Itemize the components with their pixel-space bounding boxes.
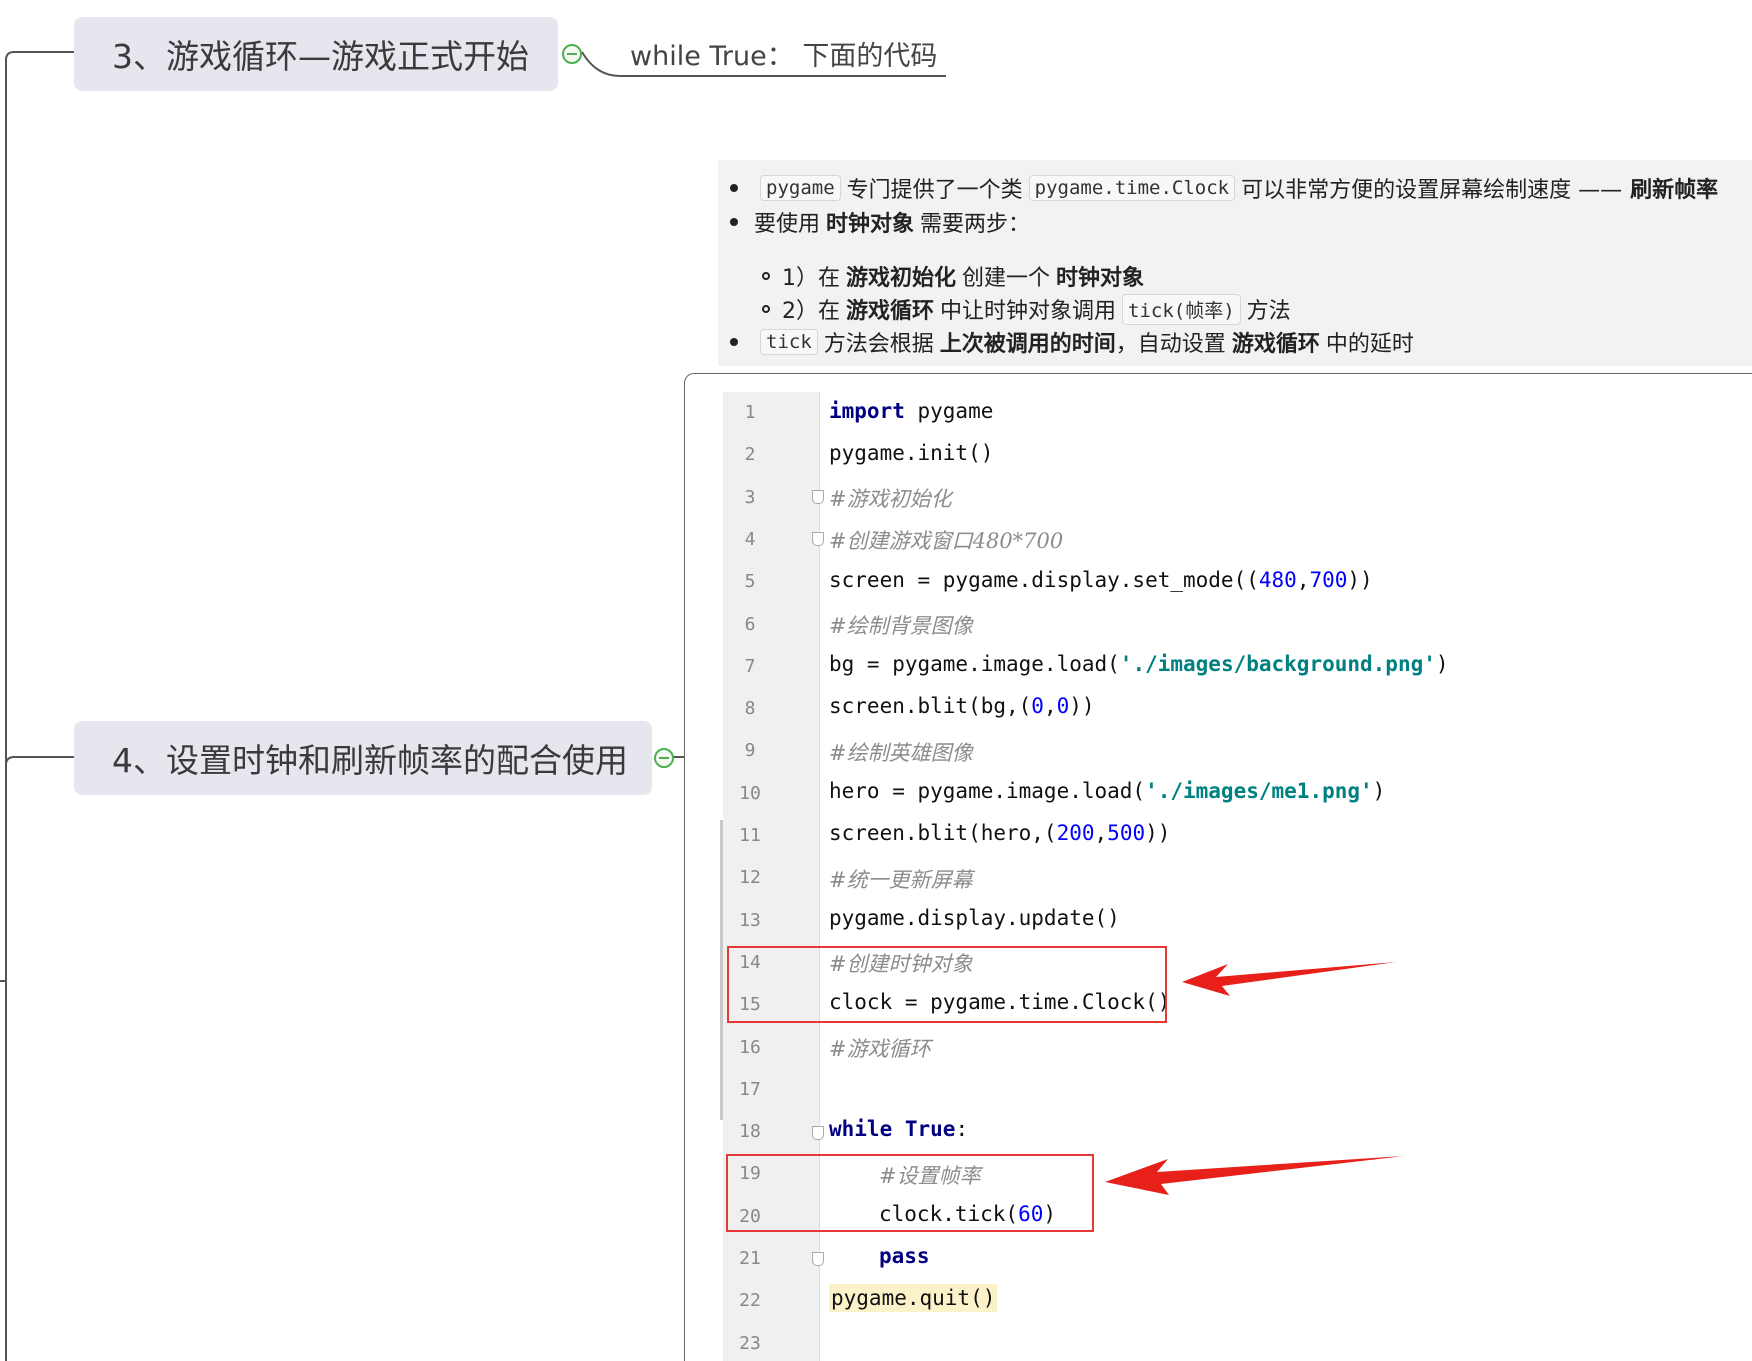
arrow-icon [1182,962,1396,996]
red-arrows [1105,962,1404,1195]
arrow-icon [1105,1156,1404,1195]
